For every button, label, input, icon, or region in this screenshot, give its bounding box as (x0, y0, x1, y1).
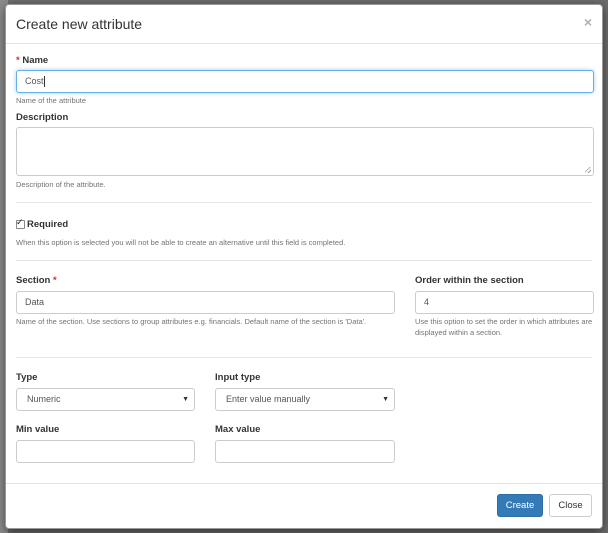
dialog-title: Create new attribute (16, 16, 143, 32)
description-textarea[interactable] (16, 127, 594, 176)
max-value-input[interactable] (215, 440, 395, 463)
dialog-header: Create new attribute × (6, 5, 602, 44)
input-type-select[interactable]: Enter value manually ▼ (215, 388, 395, 411)
text-cursor (43, 76, 45, 88)
required-checkbox[interactable] (16, 217, 25, 229)
name-help: Name of the attribute (16, 96, 87, 105)
divider (16, 202, 592, 203)
caret-down-icon: ▼ (182, 396, 189, 403)
name-label-text: Name (22, 55, 49, 66)
create-attribute-dialog: Create new attribute × * Name Cost Name … (5, 4, 603, 529)
name-input-value: Cost (25, 76, 44, 86)
min-value-label: Min value (16, 424, 60, 435)
min-value-input[interactable] (16, 440, 195, 463)
required-star: * (16, 55, 20, 66)
close-button[interactable]: Close (549, 494, 592, 517)
create-button[interactable]: Create (497, 494, 543, 517)
dialog-footer: Create Close (6, 483, 602, 528)
description-help: Description of the attribute. (16, 180, 106, 189)
input-type-label: Input type (215, 372, 261, 383)
input-type-selected-value: Enter value manually (226, 394, 311, 404)
description-label: Description (16, 112, 69, 123)
order-input[interactable]: 4 (415, 291, 594, 314)
required-star: * (52, 275, 57, 286)
required-help: When this option is selected you will no… (16, 238, 346, 247)
divider (16, 260, 592, 261)
order-label: Order within the section (415, 275, 524, 286)
type-selected-value: Numeric (27, 394, 61, 404)
section-input[interactable]: Data (16, 291, 395, 314)
required-label: Required (27, 219, 69, 230)
name-label: * Name (16, 55, 48, 66)
section-label-text: Section (16, 275, 51, 286)
name-input[interactable]: Cost (16, 70, 594, 93)
type-label: Type (16, 372, 38, 383)
order-help: Use this option to set the order in whic… (415, 317, 593, 337)
divider (16, 357, 592, 358)
close-icon[interactable]: × (584, 14, 592, 30)
section-help: Name of the section. Use sections to gro… (16, 317, 367, 326)
max-value-label: Max value (215, 424, 261, 435)
caret-down-icon: ▼ (382, 396, 389, 403)
resize-handle-icon[interactable] (585, 167, 591, 173)
type-select[interactable]: Numeric ▼ (16, 388, 195, 411)
section-label: Section * (16, 275, 57, 286)
